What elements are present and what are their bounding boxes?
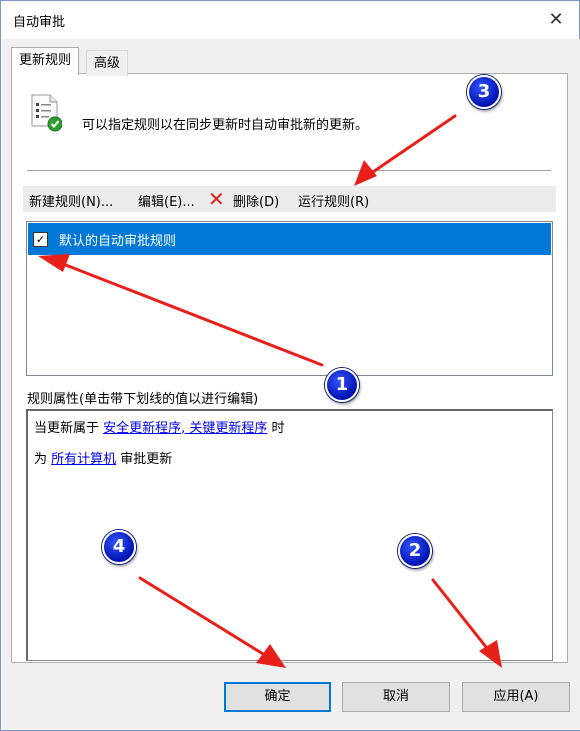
rule-description: 可以指定规则以在同步更新时自动审批新的更新。 — [82, 118, 369, 133]
properties-line-2: 为 所有计算机 审批更新 — [34, 448, 172, 467]
close-icon[interactable]: ✕ — [541, 6, 571, 34]
tab-update-rules[interactable]: 更新规则 — [11, 47, 80, 75]
edit-button[interactable]: 编辑(E)... — [138, 191, 195, 210]
new-rule-button[interactable]: 新建规则(N)... — [29, 191, 113, 210]
computer-group-link[interactable]: 所有计算机 — [51, 452, 116, 467]
run-rule-button[interactable]: 运行规则(R) — [298, 191, 369, 210]
rule-label: 默认的自动审批规则 — [59, 234, 177, 249]
title-bar: 自动审批 ✕ — [1, 1, 579, 39]
rule-checkbox[interactable]: ✓ — [33, 232, 48, 247]
annotation-badge-2: 2 — [398, 534, 432, 568]
cancel-button[interactable]: 取消 — [342, 682, 450, 712]
apply-button[interactable]: 应用(A) — [462, 682, 570, 712]
rule-properties-label: 规则属性(单击带下划线的值以进行编辑) — [27, 392, 259, 407]
tab-advanced[interactable]: 高级 — [86, 50, 129, 76]
annotation-badge-1: 1 — [325, 368, 359, 402]
properties-text: 当更新属于 — [34, 421, 104, 436]
list-item[interactable]: ✓ 默认的自动审批规则 — [28, 223, 551, 255]
properties-line-1: 当更新属于 安全更新程序, 关键更新程序 时 — [34, 417, 285, 436]
properties-text: 审批更新 — [116, 452, 173, 467]
properties-text: 时 — [267, 421, 285, 436]
properties-text: 为 — [34, 452, 52, 467]
window-title: 自动审批 — [13, 15, 66, 30]
separator — [27, 170, 551, 171]
annotation-badge-4: 4 — [102, 530, 136, 564]
rules-list: ✓ 默认的自动审批规则 — [26, 221, 553, 376]
rules-toolbar: 新建规则(N)... 编辑(E)... ✕ 删除(D) 运行规则(R) — [23, 186, 556, 212]
delete-icon[interactable]: ✕ — [208, 187, 225, 211]
delete-button[interactable]: 删除(D) — [233, 191, 279, 210]
ok-button[interactable]: 确定 — [224, 682, 331, 712]
rules-document-icon — [31, 94, 62, 132]
annotation-badge-3: 3 — [467, 75, 501, 109]
update-classification-link[interactable]: 安全更新程序, 关键更新程序 — [103, 421, 267, 436]
